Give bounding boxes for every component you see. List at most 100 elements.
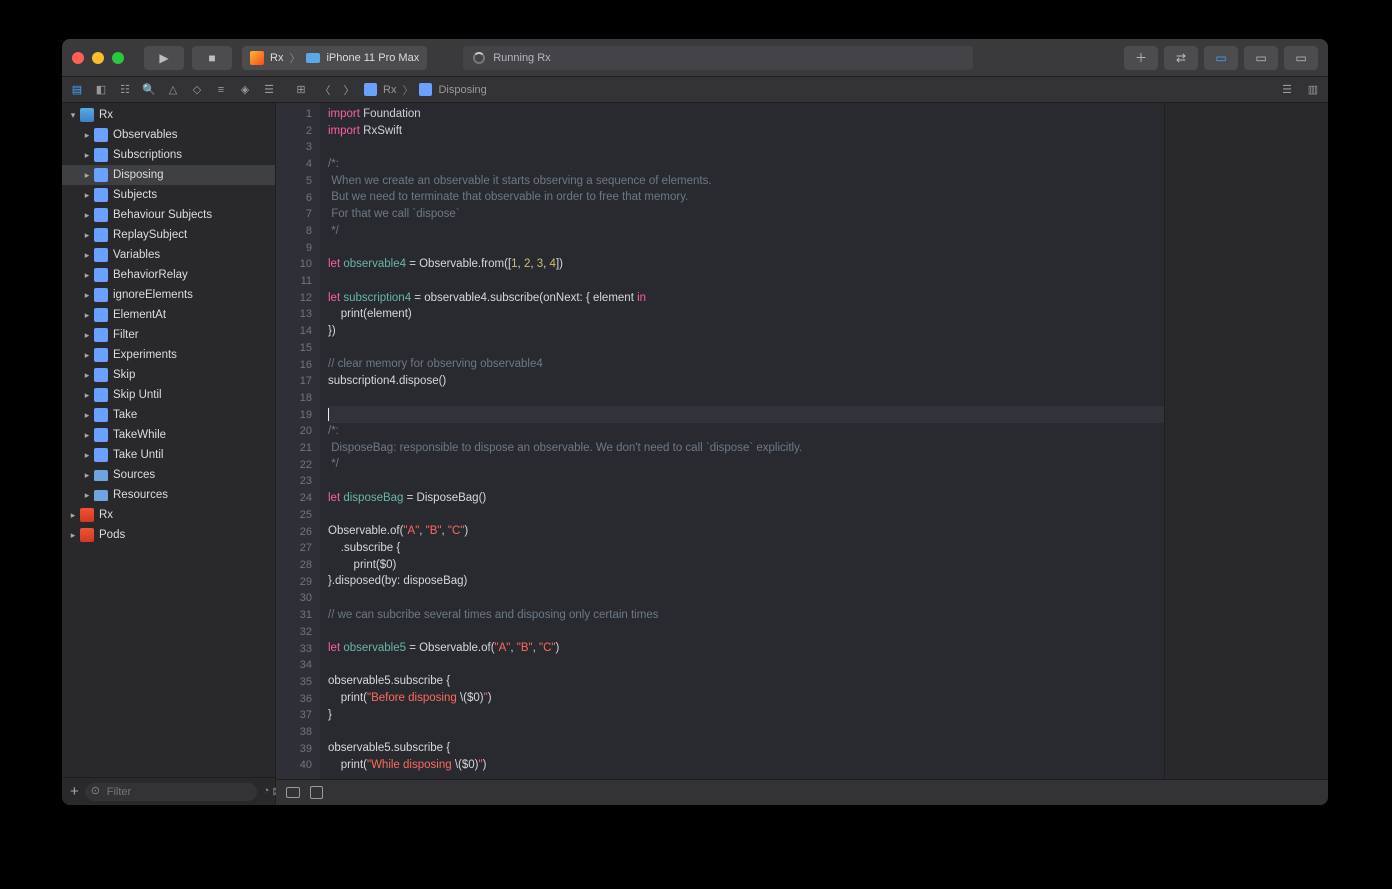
code-line[interactable]: */ <box>328 223 1164 240</box>
nav-item-subscriptions[interactable]: Subscriptions <box>62 145 275 165</box>
code-line[interactable]: print($0) <box>328 557 1164 574</box>
code-line[interactable]: let observable5 = Observable.of("A", "B"… <box>328 640 1164 657</box>
nav-item-take[interactable]: Take <box>62 405 275 425</box>
code-line[interactable]: subscription4.dispose() <box>328 373 1164 390</box>
code-line[interactable]: */ <box>328 456 1164 473</box>
nav-item-behaviour-subjects[interactable]: Behaviour Subjects <box>62 205 275 225</box>
code-line[interactable]: /*: <box>328 156 1164 173</box>
code-line[interactable]: DisposeBag: responsible to dispose an ob… <box>328 440 1164 457</box>
nav-item-disposing[interactable]: Disposing <box>62 165 275 185</box>
code-line[interactable]: /*: <box>328 423 1164 440</box>
code-line[interactable]: print("Before disposing \($0)") <box>328 690 1164 707</box>
nav-item-filter[interactable]: Filter <box>62 325 275 345</box>
code-line[interactable]: But we need to terminate that observable… <box>328 189 1164 206</box>
nav-item-takewhile[interactable]: TakeWhile <box>62 425 275 445</box>
debug-navigator-icon[interactable]: ≡ <box>212 81 230 99</box>
code-line[interactable]: } <box>328 707 1164 724</box>
code-line[interactable]: let observable4 = Observable.from([1, 2,… <box>328 256 1164 273</box>
breadcrumb-file[interactable]: Disposing <box>438 84 486 96</box>
find-navigator-icon[interactable]: 🔍 <box>140 81 158 99</box>
code-line[interactable]: When we create an observable it starts o… <box>328 173 1164 190</box>
editor-options-icon[interactable]: ☰ <box>1278 81 1296 99</box>
code-line[interactable]: let subscription4 = observable4.subscrib… <box>328 290 1164 307</box>
related-items-icon[interactable]: ⊞ <box>292 81 310 99</box>
add-file-button[interactable]: + <box>70 783 79 800</box>
code-line[interactable] <box>328 473 1164 490</box>
code-review-button[interactable]: ⇄ <box>1164 46 1198 70</box>
code-line[interactable] <box>328 340 1164 357</box>
code-line[interactable]: let disposeBag = DisposeBag() <box>328 490 1164 507</box>
source-code[interactable]: import Foundationimport RxSwift /*: When … <box>320 103 1164 779</box>
quicklook-icon[interactable] <box>286 787 300 798</box>
code-line[interactable]: // clear memory for observing observable… <box>328 356 1164 373</box>
results-mode-icon[interactable] <box>310 786 323 799</box>
toggle-navigator-button[interactable]: ▭ <box>1204 46 1238 70</box>
library-button[interactable]: ＋ <box>1124 46 1158 70</box>
run-button[interactable]: ▶ <box>144 46 184 70</box>
code-line[interactable] <box>328 139 1164 156</box>
line-gutter[interactable]: 1234567891011121314151617181920212223242… <box>276 103 320 779</box>
toggle-inspector-button[interactable]: ▭ <box>1284 46 1318 70</box>
code-line[interactable]: import RxSwift <box>328 123 1164 140</box>
code-line[interactable] <box>328 657 1164 674</box>
filter-input[interactable] <box>85 783 257 801</box>
nav-item-rx[interactable]: Rx <box>62 105 275 125</box>
issue-navigator-icon[interactable]: △ <box>164 81 182 99</box>
nav-item-pods[interactable]: Pods <box>62 525 275 545</box>
nav-item-skip-until[interactable]: Skip Until <box>62 385 275 405</box>
code-line[interactable] <box>328 723 1164 740</box>
project-navigator-icon[interactable]: ▤ <box>68 81 86 99</box>
code-line[interactable]: // we can subcribe several times and dis… <box>328 607 1164 624</box>
code-line[interactable]: For that we call `dispose` <box>328 206 1164 223</box>
nav-item-subjects[interactable]: Subjects <box>62 185 275 205</box>
symbol-navigator-icon[interactable]: ☷ <box>116 81 134 99</box>
code-line[interactable] <box>328 406 1164 423</box>
nav-item-experiments[interactable]: Experiments <box>62 345 275 365</box>
nav-item-elementat[interactable]: ElementAt <box>62 305 275 325</box>
nav-back-icon[interactable]: 〈 <box>316 81 334 99</box>
results-sidebar <box>1164 103 1328 779</box>
toggle-debug-button[interactable]: ▭ <box>1244 46 1278 70</box>
breakpoint-navigator-icon[interactable]: ◈ <box>236 81 254 99</box>
nav-item-behaviorrelay[interactable]: BehaviorRelay <box>62 265 275 285</box>
nav-item-ignoreelements[interactable]: ignoreElements <box>62 285 275 305</box>
minimize-button[interactable] <box>92 52 104 64</box>
nav-item-rx[interactable]: Rx <box>62 505 275 525</box>
nav-item-resources[interactable]: Resources <box>62 485 275 505</box>
code-line[interactable]: Observable.of("A", "B", "C") <box>328 523 1164 540</box>
code-line[interactable] <box>328 507 1164 524</box>
nav-item-observables[interactable]: Observables <box>62 125 275 145</box>
close-button[interactable] <box>72 52 84 64</box>
nav-item-skip[interactable]: Skip <box>62 365 275 385</box>
code-line[interactable] <box>328 240 1164 257</box>
scheme-selector[interactable]: Rx 〉 iPhone 11 Pro Max <box>242 46 427 70</box>
code-line[interactable]: print("While disposing \($0)") <box>328 757 1164 774</box>
code-line[interactable]: .subscribe { <box>328 540 1164 557</box>
code-line[interactable] <box>328 623 1164 640</box>
code-line[interactable]: observable5.subscribe { <box>328 740 1164 757</box>
scheme-name: Rx <box>270 52 283 64</box>
breadcrumb-root[interactable]: Rx <box>383 84 396 96</box>
project-navigator-tree[interactable]: RxObservablesSubscriptionsDisposingSubje… <box>62 103 275 777</box>
nav-item-replaysubject[interactable]: ReplaySubject <box>62 225 275 245</box>
activity-status[interactable]: Running Rx <box>463 46 973 70</box>
code-line[interactable]: print(element) <box>328 306 1164 323</box>
source-control-navigator-icon[interactable]: ◧ <box>92 81 110 99</box>
zoom-button[interactable] <box>112 52 124 64</box>
recent-filter-icon[interactable]: ◔ <box>263 785 270 798</box>
code-line[interactable]: }.disposed(by: disposeBag) <box>328 573 1164 590</box>
report-navigator-icon[interactable]: ☰ <box>260 81 278 99</box>
code-line[interactable] <box>328 273 1164 290</box>
code-line[interactable] <box>328 590 1164 607</box>
test-navigator-icon[interactable]: ◇ <box>188 81 206 99</box>
nav-item-sources[interactable]: Sources <box>62 465 275 485</box>
nav-item-variables[interactable]: Variables <box>62 245 275 265</box>
stop-button[interactable]: ■ <box>192 46 232 70</box>
nav-item-take-until[interactable]: Take Until <box>62 445 275 465</box>
code-line[interactable]: import Foundation <box>328 106 1164 123</box>
code-line[interactable]: }) <box>328 323 1164 340</box>
code-line[interactable]: observable5.subscribe { <box>328 673 1164 690</box>
code-line[interactable] <box>328 390 1164 407</box>
add-editor-icon[interactable]: ▥ <box>1304 81 1322 99</box>
nav-forward-icon[interactable]: 〉 <box>340 81 358 99</box>
